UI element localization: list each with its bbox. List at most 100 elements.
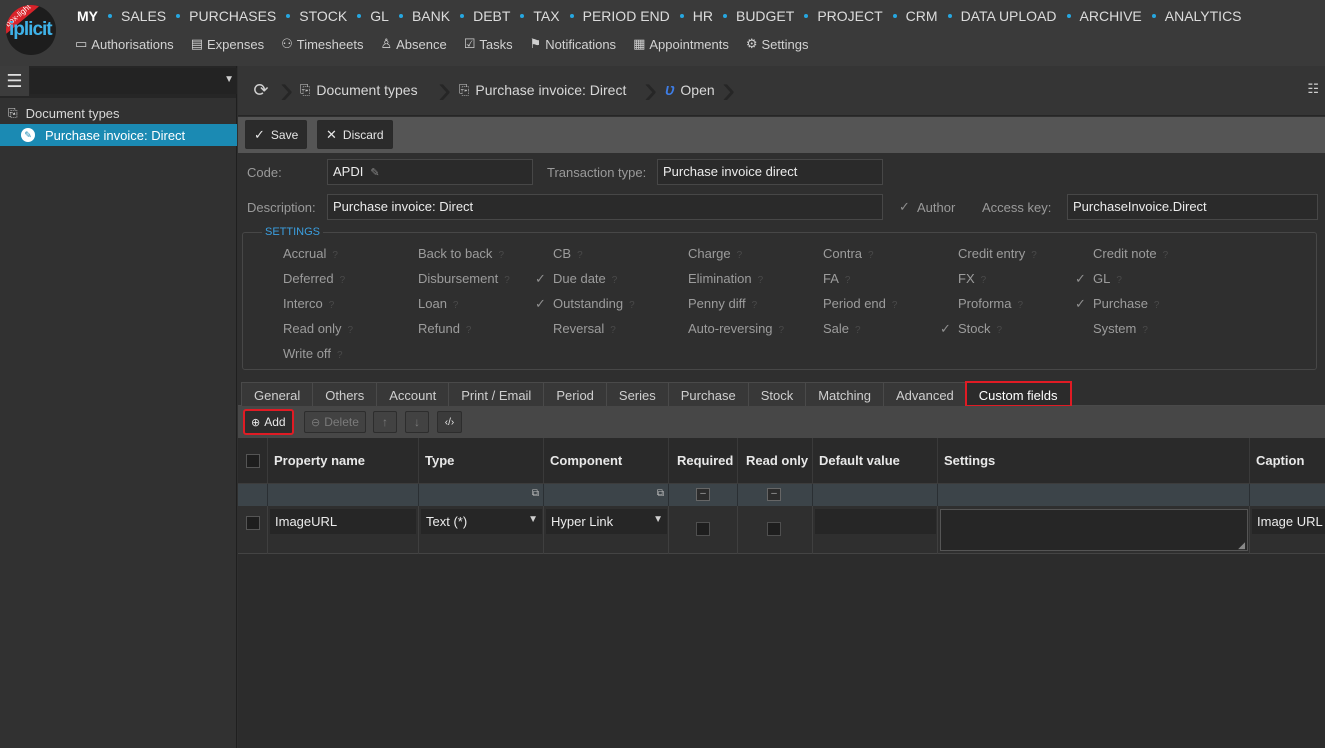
flag-write-off[interactable]: Write off? — [283, 346, 343, 361]
tab-custom-fields[interactable]: Custom fields — [964, 381, 1072, 407]
app-logo[interactable]: box-light iplicit — [6, 5, 56, 55]
flag-penny-diff[interactable]: Penny diff? — [688, 296, 757, 311]
column-caption[interactable]: Caption — [1249, 438, 1325, 484]
flag-fa[interactable]: FA? — [823, 271, 850, 286]
filter-default-value[interactable] — [812, 484, 937, 506]
flag-stock[interactable]: ✓ Stock? — [940, 321, 1002, 336]
flag-back-to-back[interactable]: Back to back? — [418, 246, 504, 261]
filter-read-only[interactable]: – — [737, 484, 812, 506]
flag-proforma[interactable]: Proforma? — [958, 296, 1023, 311]
nav-sales[interactable]: SALES — [121, 8, 166, 24]
filter-settings[interactable] — [937, 484, 1249, 506]
filter-component[interactable]: ⧉ — [543, 484, 668, 506]
transaction-type-field[interactable]: Purchase invoice direct — [657, 159, 883, 185]
nav-period-end[interactable]: PERIOD END — [583, 8, 670, 24]
flag-disbursement[interactable]: Disbursement? — [418, 271, 510, 286]
tab-matching[interactable]: Matching — [805, 382, 883, 406]
filter-property-name[interactable] — [267, 484, 418, 506]
tab-others[interactable]: Others — [312, 382, 377, 406]
type-select[interactable]: Text (*) ▼ — [421, 509, 542, 534]
access-key-field[interactable]: PurchaseInvoice.Direct — [1067, 194, 1318, 220]
flag-accrual[interactable]: Accrual? — [283, 246, 338, 261]
add-button[interactable]: ⊕ Add — [243, 409, 294, 435]
discard-button[interactable]: ✕ Discard — [317, 120, 393, 149]
flag-system[interactable]: System? — [1093, 321, 1148, 336]
indeterminate-checkbox[interactable]: – — [767, 488, 781, 501]
breadcrumb-document-types[interactable]: ⎘ Document types — [300, 82, 418, 98]
move-down-button[interactable]: ↓ — [405, 411, 429, 433]
delete-button[interactable]: ⊖ Delete — [304, 411, 366, 433]
nav-archive[interactable]: ARCHIVE — [1080, 8, 1142, 24]
subnav-notifications[interactable]: ⚑ Notifications — [530, 36, 616, 52]
subnav-tasks[interactable]: ☑ Tasks — [464, 36, 513, 52]
column-read-only[interactable]: Read only — [737, 438, 812, 484]
move-up-button[interactable]: ↑ — [373, 411, 397, 433]
flag-loan[interactable]: Loan? — [418, 296, 458, 311]
nav-hr[interactable]: HR — [693, 8, 713, 24]
read-only-checkbox[interactable] — [767, 522, 781, 536]
required-checkbox[interactable] — [696, 522, 710, 536]
column-type[interactable]: Type — [418, 438, 543, 484]
tab-general[interactable]: General — [241, 382, 313, 406]
subnav-expenses[interactable]: ▤ Expenses — [191, 36, 264, 52]
flag-refund[interactable]: Refund? — [418, 321, 471, 336]
refresh-icon[interactable]: ⟳ — [250, 79, 272, 101]
breadcrumb-purchase-invoice[interactable]: ⎘ Purchase invoice: Direct — [459, 82, 626, 98]
resize-handle-icon[interactable]: ◢ — [1238, 540, 1245, 551]
pencil-icon[interactable]: ✎ — [370, 167, 379, 179]
filter-list-icon[interactable]: ☷ — [1307, 81, 1319, 97]
column-component[interactable]: Component — [543, 438, 668, 484]
nav-stock[interactable]: STOCK — [299, 8, 347, 24]
column-settings[interactable]: Settings — [937, 438, 1249, 484]
flag-contra[interactable]: Contra? — [823, 246, 874, 261]
select-all-checkbox[interactable] — [246, 454, 260, 468]
code-view-button[interactable]: ‹/› — [437, 411, 462, 433]
nav-data-upload[interactable]: DATA UPLOAD — [961, 8, 1057, 24]
flag-due-date[interactable]: ✓ Due date? — [535, 271, 617, 286]
flag-read-only[interactable]: Read only? — [283, 321, 353, 336]
nav-bank[interactable]: BANK — [412, 8, 450, 24]
column-default-value[interactable]: Default value — [812, 438, 937, 484]
component-select[interactable]: Hyper Link ▼ — [546, 509, 667, 534]
tab-advanced[interactable]: Advanced — [882, 382, 966, 406]
code-field[interactable]: APDI ✎ — [327, 159, 533, 185]
flag-outstanding[interactable]: ✓ Outstanding? — [535, 296, 635, 311]
tab-print-email[interactable]: Print / Email — [448, 382, 544, 406]
subnav-authorisations[interactable]: ▭ Authorisations — [75, 36, 174, 52]
flag-fx[interactable]: FX? — [958, 271, 986, 286]
flag-reversal[interactable]: Reversal? — [553, 321, 616, 336]
flag-elimination[interactable]: Elimination? — [688, 271, 763, 286]
tab-account[interactable]: Account — [376, 382, 449, 406]
flag-deferred[interactable]: Deferred? — [283, 271, 345, 286]
flag-credit-entry[interactable]: Credit entry? — [958, 246, 1037, 261]
save-button[interactable]: ✓ Save — [245, 120, 308, 149]
author-check-icon[interactable]: ✓ — [899, 199, 910, 215]
filter-type[interactable]: ⧉ — [418, 484, 543, 506]
tree-item-purchase-invoice-direct[interactable]: ✎ Purchase invoice: Direct — [0, 124, 237, 146]
settings-textarea[interactable] — [940, 509, 1248, 551]
caption-input[interactable]: Image URL — [1252, 509, 1325, 534]
nav-project[interactable]: PROJECT — [817, 8, 882, 24]
property-name-input[interactable]: ImageURL — [270, 509, 416, 534]
breadcrumb-open[interactable]: Ʋ Open — [665, 82, 715, 98]
indeterminate-checkbox[interactable]: – — [696, 488, 710, 501]
column-property-name[interactable]: Property name — [267, 438, 418, 484]
expand-icon[interactable]: ⧉ — [532, 488, 539, 499]
tab-period[interactable]: Period — [543, 382, 606, 406]
nav-analytics[interactable]: ANALYTICS — [1165, 8, 1242, 24]
tree-item-document-types[interactable]: ⎘ Document types — [0, 102, 237, 124]
subnav-absence[interactable]: ♙ Absence — [380, 36, 446, 52]
nav-debt[interactable]: DEBT — [473, 8, 510, 24]
subnav-appointments[interactable]: ▦ Appointments — [633, 36, 729, 52]
nav-purchases[interactable]: PURCHASES — [189, 8, 276, 24]
nav-tax[interactable]: TAX — [533, 8, 559, 24]
description-field[interactable]: Purchase invoice: Direct — [327, 194, 883, 220]
row-select-checkbox[interactable] — [246, 516, 260, 530]
flag-charge[interactable]: Charge? — [688, 246, 742, 261]
nav-gl[interactable]: GL — [370, 8, 389, 24]
subnav-timesheets[interactable]: ⚇ Timesheets — [281, 36, 363, 52]
subnav-settings[interactable]: ⚙ Settings — [746, 36, 809, 52]
nav-budget[interactable]: BUDGET — [736, 8, 794, 24]
default-value-input[interactable] — [815, 509, 936, 534]
flag-auto-reversing[interactable]: Auto-reversing? — [688, 321, 784, 336]
